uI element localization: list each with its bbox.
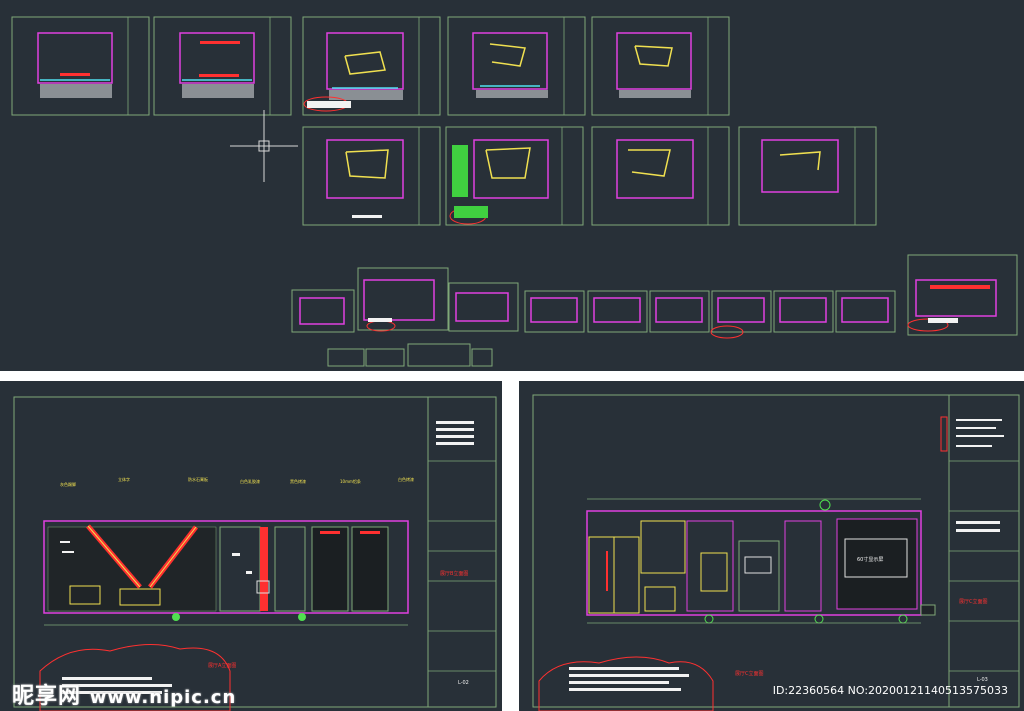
label-top-5: 10mm铝条: [340, 478, 361, 484]
watermark-brand: 昵享网: [12, 684, 82, 709]
elevation-a-svg: 灰色踢脚 立体字 防水石膏板 白色乳胶漆 黑色烤漆 10mm铝条 白色烤漆 展厅…: [13, 396, 497, 711]
overview-sheets: [11, 16, 1018, 367]
elevation-drawing-right[interactable]: 60寸显示屏 展厅C立面图 展厅C立面图 L-03: [519, 381, 1024, 711]
label-top-6: 白色烤漆: [398, 476, 414, 482]
label-top-2: 防水石膏板: [188, 476, 208, 482]
title-block-label: 展厅C立面图: [959, 598, 988, 605]
drawing-title: 展厅A立面图: [208, 662, 236, 669]
label-top-1: 立体字: [118, 476, 130, 482]
label-top-0: 灰色踢脚: [60, 481, 76, 487]
watermark-logo: 昵享网 www.nipic.cn: [12, 678, 236, 710]
label-top-4: 黑色烤漆: [290, 478, 306, 484]
drawing-title: 展厅C立面图: [735, 670, 764, 677]
elevation-c-svg: 60寸显示屏 展厅C立面图 展厅C立面图 L-03: [532, 394, 1020, 711]
image-id: ID:22360564 NO:20200121140513575033: [772, 684, 1008, 697]
screen-label: 60寸显示屏: [857, 556, 883, 563]
cad-overview-panel[interactable]: [0, 0, 1024, 371]
crosshair-cursor-icon: [230, 110, 298, 182]
watermark-url: www.nipic.cn: [89, 687, 237, 708]
sheet-code: L-03: [977, 677, 988, 683]
sheet-code: L-02: [458, 680, 469, 686]
title-block-label: 展厅B立面图: [440, 570, 468, 577]
elevation-drawing-left[interactable]: 灰色踢脚 立体字 防水石膏板 白色乳胶漆 黑色烤漆 10mm铝条 白色烤漆 展厅…: [0, 381, 502, 711]
label-top-3: 白色乳胶漆: [240, 478, 260, 484]
title-block-logo: [436, 421, 474, 445]
